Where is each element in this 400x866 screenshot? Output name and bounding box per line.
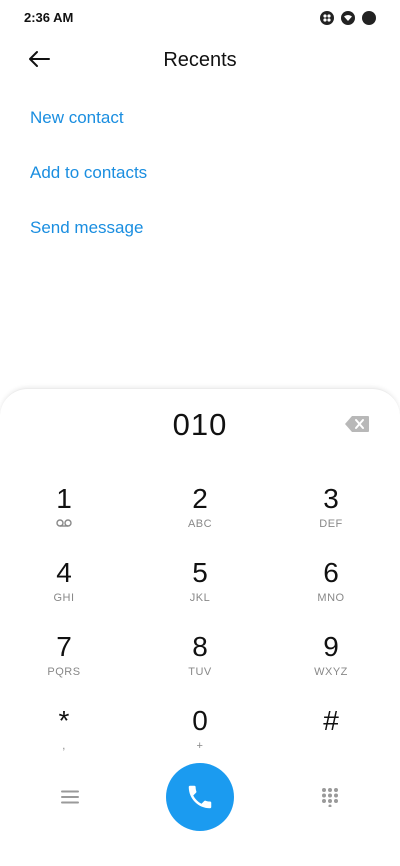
key-letters: WXYZ — [314, 666, 348, 678]
key-letters: , — [62, 740, 66, 752]
key-letters: DEF — [319, 518, 343, 530]
key-star[interactable]: * , — [9, 705, 119, 769]
key-4[interactable]: 4 GHI — [9, 557, 119, 621]
key-letters: PQRS — [47, 666, 81, 678]
key-5[interactable]: 5 JKL — [145, 557, 255, 621]
dialer-screen: 2:36 AM Recents New contact Add to conta… — [0, 0, 400, 866]
key-digit: 7 — [56, 631, 72, 662]
key-digit: 0 — [192, 705, 208, 736]
status-bar: 2:36 AM — [0, 0, 400, 36]
voicemail-icon — [9, 518, 119, 532]
key-letters: ABC — [187, 518, 213, 530]
status-time: 2:36 AM — [24, 10, 74, 25]
vpn-icon — [320, 11, 334, 25]
backspace-icon — [345, 416, 369, 432]
dialpad-icon — [322, 788, 338, 807]
menu-icon — [61, 790, 79, 804]
key-digit: 6 — [323, 557, 339, 588]
key-1[interactable]: 1 — [9, 483, 119, 547]
key-3[interactable]: 3 DEF — [276, 483, 386, 547]
key-digit: 9 — [323, 631, 339, 662]
key-9[interactable]: 9 WXYZ — [276, 631, 386, 695]
call-button[interactable] — [166, 763, 234, 831]
battery-icon — [362, 11, 376, 25]
key-6[interactable]: 6 MNO — [276, 557, 386, 621]
key-digit: * — [58, 705, 70, 736]
phone-icon — [188, 785, 212, 809]
add-to-contacts-link[interactable]: Add to contacts — [30, 163, 147, 183]
key-letters: GHI — [53, 592, 75, 604]
key-digit: 4 — [56, 557, 72, 588]
page-title: Recents — [163, 49, 237, 71]
dialpad: 010 1 2 ABC 3 DEF 4 GHI 5 JKL 6 MNO 7 PQ… — [0, 388, 400, 866]
dialed-number: 010 — [172, 407, 228, 442]
key-digit: 1 — [56, 483, 72, 514]
key-letters: + — [196, 740, 204, 752]
send-message-link[interactable]: Send message — [30, 218, 143, 238]
wifi-icon — [341, 11, 355, 25]
key-2[interactable]: 2 ABC — [145, 483, 255, 547]
key-7[interactable]: 7 PQRS — [9, 631, 119, 695]
key-8[interactable]: 8 TUV — [145, 631, 255, 695]
new-contact-link[interactable]: New contact — [30, 108, 124, 128]
key-digit: # — [323, 705, 339, 736]
key-letters — [276, 740, 386, 754]
key-hash[interactable]: # — [276, 705, 386, 769]
key-letters: TUV — [188, 666, 212, 678]
status-icons — [320, 11, 376, 25]
backspace-button[interactable] — [344, 415, 370, 433]
key-digit: 3 — [323, 483, 339, 514]
key-digit: 2 — [192, 483, 208, 514]
menu-button[interactable] — [56, 785, 84, 809]
key-letters: MNO — [317, 592, 345, 604]
key-digit: 8 — [192, 631, 208, 662]
dialpad-toggle-button[interactable] — [316, 783, 344, 811]
key-0[interactable]: 0 + — [145, 705, 255, 769]
key-digit: 5 — [192, 557, 208, 588]
key-letters: JKL — [189, 592, 211, 604]
